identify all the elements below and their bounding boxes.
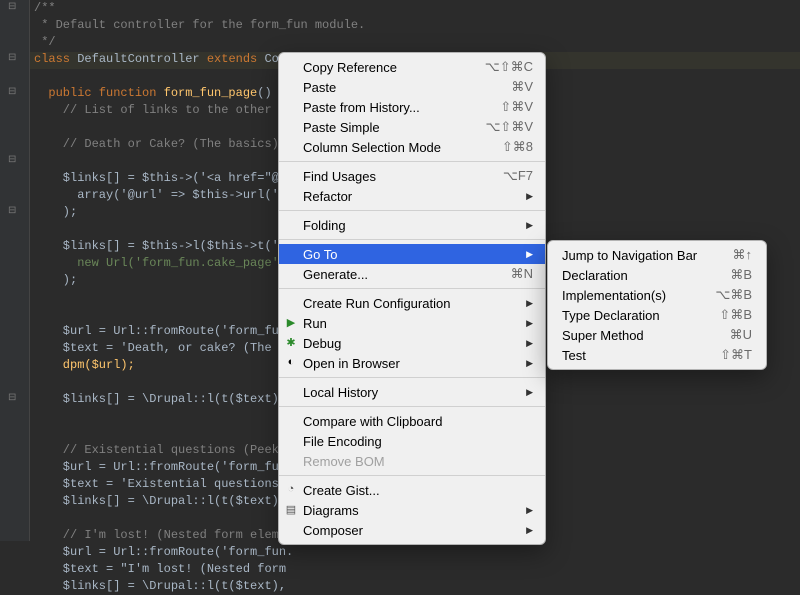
menu-item-generate[interactable]: Generate...⌘N bbox=[279, 264, 545, 284]
submenu-arrow-icon: ▶ bbox=[526, 298, 533, 309]
menu-separator bbox=[279, 288, 545, 289]
go-to-submenu: Jump to Navigation Bar⌘↑ Declaration⌘B I… bbox=[547, 240, 767, 370]
menu-item-folding[interactable]: Folding▶ bbox=[279, 215, 545, 235]
menu-separator bbox=[279, 406, 545, 407]
editor-gutter: ⊟ ⊟ ⊟ ⊟ ⊟ ⊟ bbox=[0, 0, 30, 541]
submenu-item-implementations[interactable]: Implementation(s)⌥⌘B bbox=[548, 285, 766, 305]
menu-item-paste[interactable]: Paste⌘V bbox=[279, 77, 545, 97]
menu-item-paste-simple[interactable]: Paste Simple⌥⇧⌘V bbox=[279, 117, 545, 137]
submenu-item-super-method[interactable]: Super Method⌘U bbox=[548, 325, 766, 345]
fold-mark-icon[interactable]: ⊟ bbox=[8, 52, 16, 64]
menu-separator bbox=[279, 475, 545, 476]
menu-item-find-usages[interactable]: Find Usages⌥F7 bbox=[279, 166, 545, 186]
submenu-item-test[interactable]: Test⇧⌘T bbox=[548, 345, 766, 365]
fold-mark-icon[interactable]: ⊟ bbox=[8, 154, 16, 166]
submenu-arrow-icon: ▶ bbox=[526, 318, 533, 329]
browser-icon: ◐ bbox=[284, 356, 298, 370]
menu-item-local-history[interactable]: Local History▶ bbox=[279, 382, 545, 402]
menu-item-paste-history[interactable]: Paste from History...⇧⌘V bbox=[279, 97, 545, 117]
submenu-arrow-icon: ▶ bbox=[526, 387, 533, 398]
diagram-icon: ▤ bbox=[284, 503, 298, 517]
menu-item-copy-reference[interactable]: Copy Reference⌥⇧⌘C bbox=[279, 57, 545, 77]
menu-item-composer[interactable]: Composer▶ bbox=[279, 520, 545, 540]
submenu-arrow-icon: ▶ bbox=[526, 525, 533, 536]
submenu-arrow-icon: ▶ bbox=[526, 505, 533, 516]
fold-mark-icon[interactable]: ⊟ bbox=[8, 1, 16, 13]
menu-item-debug[interactable]: ✱Debug▶ bbox=[279, 333, 545, 353]
menu-item-diagrams[interactable]: ▤Diagrams▶ bbox=[279, 500, 545, 520]
submenu-item-declaration[interactable]: Declaration⌘B bbox=[548, 265, 766, 285]
menu-item-refactor[interactable]: Refactor▶ bbox=[279, 186, 545, 206]
submenu-arrow-icon: ▶ bbox=[526, 249, 533, 260]
submenu-item-jump-nav-bar[interactable]: Jump to Navigation Bar⌘↑ bbox=[548, 245, 766, 265]
menu-item-file-encoding[interactable]: File Encoding bbox=[279, 431, 545, 451]
menu-item-open-in-browser[interactable]: ◐Open in Browser▶ bbox=[279, 353, 545, 373]
fold-mark-icon[interactable]: ⊟ bbox=[8, 392, 16, 404]
fold-mark-icon[interactable]: ⊟ bbox=[8, 205, 16, 217]
menu-item-column-selection[interactable]: Column Selection Mode⇧⌘8 bbox=[279, 137, 545, 157]
menu-item-create-gist[interactable]: ◔Create Gist... bbox=[279, 480, 545, 500]
submenu-item-type-declaration[interactable]: Type Declaration⇧⌘B bbox=[548, 305, 766, 325]
context-menu: Copy Reference⌥⇧⌘C Paste⌘V Paste from Hi… bbox=[278, 52, 546, 545]
menu-item-create-run-config[interactable]: Create Run Configuration▶ bbox=[279, 293, 545, 313]
run-icon: ▶ bbox=[284, 316, 298, 330]
menu-item-remove-bom: Remove BOM bbox=[279, 451, 545, 471]
submenu-arrow-icon: ▶ bbox=[526, 220, 533, 231]
menu-separator bbox=[279, 210, 545, 211]
menu-separator bbox=[279, 377, 545, 378]
submenu-arrow-icon: ▶ bbox=[526, 338, 533, 349]
submenu-arrow-icon: ▶ bbox=[526, 191, 533, 202]
menu-item-compare-clipboard[interactable]: Compare with Clipboard bbox=[279, 411, 545, 431]
menu-separator bbox=[279, 239, 545, 240]
menu-item-go-to[interactable]: Go To▶ bbox=[279, 244, 545, 264]
menu-item-run[interactable]: ▶Run▶ bbox=[279, 313, 545, 333]
gist-icon: ◔ bbox=[284, 483, 298, 497]
fold-mark-icon[interactable]: ⊟ bbox=[8, 86, 16, 98]
menu-separator bbox=[279, 161, 545, 162]
submenu-arrow-icon: ▶ bbox=[526, 358, 533, 369]
debug-icon: ✱ bbox=[284, 336, 298, 350]
